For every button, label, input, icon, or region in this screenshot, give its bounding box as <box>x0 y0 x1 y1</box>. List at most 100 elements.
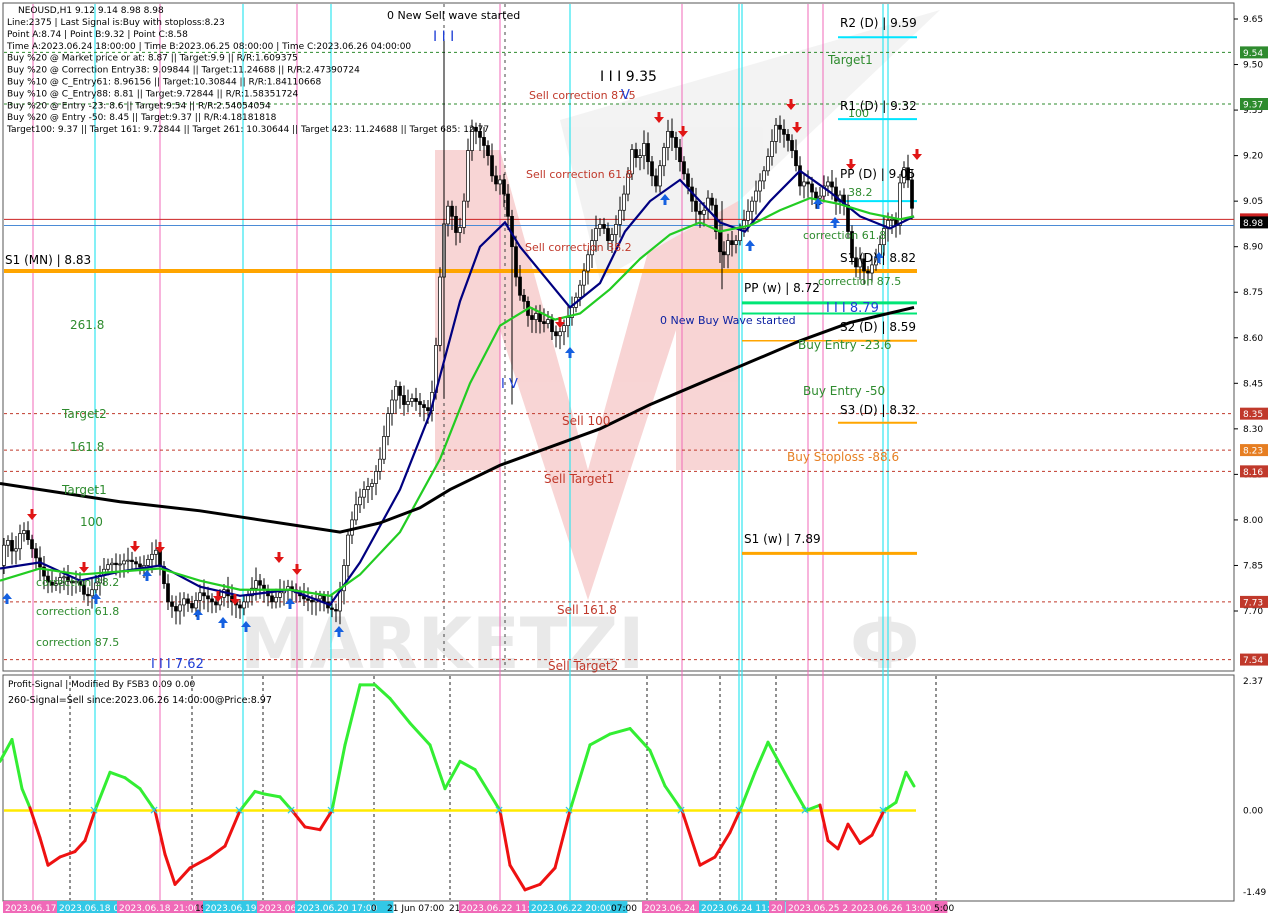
sell-label: Sell 100 <box>562 414 610 428</box>
time-label: 21 <box>449 904 460 914</box>
candle-body <box>374 470 378 484</box>
candle-body <box>522 294 526 302</box>
candle-body <box>686 173 690 188</box>
price-tick-label: 9.05 <box>1243 197 1263 207</box>
candle-body <box>614 224 618 235</box>
candle-body <box>562 325 566 333</box>
candle-body <box>178 604 182 612</box>
indicator-cross-marker: ✕ <box>734 804 744 818</box>
candle-body <box>270 595 274 603</box>
header-line: Buy %20 @ Market price or at: 8.87 || Ta… <box>7 54 298 64</box>
price-tick-label: 9.65 <box>1243 15 1263 25</box>
candle-body <box>618 209 622 225</box>
candle-body <box>718 231 722 253</box>
indicator-cross-marker: ✕ <box>89 804 99 818</box>
candle-body <box>710 197 714 206</box>
candle-body <box>542 321 546 324</box>
price-badge-label: 7.73 <box>1243 598 1263 608</box>
candle-body <box>634 149 638 158</box>
candle-body <box>754 190 758 202</box>
candle-body <box>278 592 282 598</box>
candle-body <box>794 150 798 167</box>
time-label: 2023.06.19 <box>205 904 257 914</box>
candle-body <box>242 601 246 609</box>
candle-body <box>306 598 310 601</box>
candle-body <box>774 124 778 142</box>
buy-label: Buy Entry -23.6 <box>798 338 892 352</box>
indicator-tick-label: -1.49 <box>1243 888 1267 898</box>
candle-body <box>746 210 750 221</box>
candle-body <box>458 227 462 233</box>
candle-body <box>546 319 550 324</box>
pivot-label: S1 (D) | 8.82 <box>840 251 916 265</box>
price-tick-label: 8.45 <box>1243 379 1263 389</box>
candle-body <box>354 504 358 521</box>
candle-body <box>566 317 570 326</box>
candle-body <box>150 553 154 560</box>
candle-body <box>390 399 394 415</box>
time-label: 2023.06.24 <box>644 904 696 914</box>
candle-body <box>114 562 118 566</box>
candle-body <box>786 134 790 141</box>
price-badge-label: 8.98 <box>1243 219 1263 229</box>
candle-body <box>518 276 522 296</box>
candle-body <box>322 595 326 603</box>
indicator-cross-marker: ✕ <box>564 804 574 818</box>
candle-body <box>662 147 666 167</box>
candle-body <box>818 195 822 199</box>
candle-body <box>258 580 262 586</box>
chart-canvas: MARKETZI Ф Target2161.8Target1100261.8cor… <box>0 0 1280 920</box>
candle-body <box>86 593 90 597</box>
time-label: 20 <box>771 904 783 914</box>
indicator-cross-marker: ✕ <box>676 804 686 818</box>
stoploss-label: Buy Stoploss -88.6 <box>787 450 899 464</box>
candle-body <box>14 548 18 552</box>
candle-body <box>358 496 362 506</box>
candle-body <box>190 603 194 609</box>
candle-body <box>514 246 518 278</box>
candle-body <box>130 559 134 563</box>
time-label: 2023.06.18 0 <box>59 904 119 914</box>
time-label: 2023.06.20 17:00 <box>297 904 378 914</box>
price-tick-label: 9.20 <box>1243 152 1263 162</box>
sell-label: Sell Target2 <box>548 659 618 673</box>
candle-body <box>766 156 770 172</box>
sell-label: Sell Target1 <box>544 472 614 486</box>
candle-body <box>506 193 510 217</box>
candle-body <box>90 589 94 597</box>
header-line: Buy %20 @ Entry -50: 8.45 || Target:9.37… <box>7 113 277 123</box>
candle-body <box>394 385 398 401</box>
candle-body <box>118 563 122 566</box>
candle-body <box>750 200 754 212</box>
candle-body <box>638 155 642 158</box>
pivot-label: R2 (D) | 9.59 <box>840 16 917 30</box>
fib-label: 161.8 <box>70 440 104 454</box>
pivot-label: R1 (D) | 9.32 <box>840 99 917 113</box>
wave-label: 0 New Sell wave started <box>387 9 520 22</box>
correction-label: correction 87.5 <box>36 636 119 649</box>
candle-body <box>210 598 214 603</box>
candle-body <box>34 548 38 559</box>
candle-body <box>462 200 466 228</box>
candle-body <box>482 137 486 146</box>
candle-body <box>438 276 442 346</box>
candle-body <box>486 145 490 156</box>
candle-body <box>350 519 354 536</box>
candle-body <box>810 183 814 193</box>
indicator-tick-label: 0.00 <box>1243 807 1263 817</box>
candle-body <box>674 137 678 148</box>
header-line: Line:2375 | Last Signal is:Buy with stop… <box>7 18 225 28</box>
candle-body <box>490 155 494 177</box>
correction-label: correction 61.8 <box>36 605 119 618</box>
candle-body <box>378 458 382 472</box>
fib-label: 38.2 <box>848 186 873 199</box>
price-tick-label: 8.75 <box>1243 288 1263 298</box>
candle-body <box>10 540 14 552</box>
candle-body <box>694 200 698 212</box>
candle-body <box>594 228 598 241</box>
sell-label: Sell correction 87.5 <box>529 89 636 102</box>
time-label: 2023.06.24 11: <box>701 904 770 914</box>
indicator-cross-marker: ✕ <box>878 804 888 818</box>
price-tick-label: 8.90 <box>1243 243 1263 253</box>
candle-body <box>790 140 794 151</box>
